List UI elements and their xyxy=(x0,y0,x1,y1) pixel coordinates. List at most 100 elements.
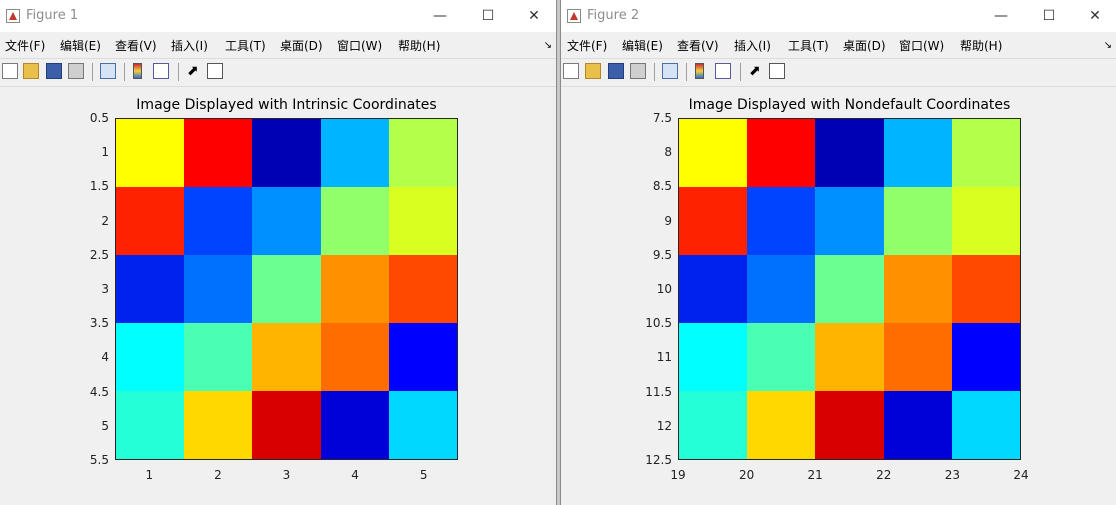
image-cell xyxy=(252,187,321,255)
close-button[interactable]: ✕ xyxy=(512,4,556,28)
maximize-button[interactable]: ☐ xyxy=(1027,4,1071,28)
image-cell xyxy=(815,391,884,459)
image-cell xyxy=(815,187,884,255)
y-tick-label: 12 xyxy=(656,418,672,433)
x-tick-label: 22 xyxy=(876,468,892,482)
new-figure-icon[interactable] xyxy=(2,63,18,79)
y-tick-label: 5.5 xyxy=(89,453,109,467)
x-tick-label: 21 xyxy=(807,468,823,482)
menu-file[interactable]: 文件(F) xyxy=(567,37,607,54)
close-button[interactable]: ✕ xyxy=(1073,4,1116,28)
x-tick-label: 19 xyxy=(670,468,686,482)
menu-overflow-icon[interactable]: ↘ xyxy=(1104,40,1112,51)
menu-desktop[interactable]: 桌面(D) xyxy=(280,37,323,54)
axes-title: Image Displayed with Intrinsic Coordinat… xyxy=(136,97,437,113)
open-icon[interactable] xyxy=(23,63,39,79)
window-title: Figure 1 xyxy=(26,8,79,23)
figure-window-1: Figure 1 — ☐ ✕ 文件(F) 编辑(E) 查看(V) 插入(I) 工… xyxy=(0,0,557,505)
open-icon[interactable] xyxy=(585,63,601,79)
y-tick-label: 1 xyxy=(101,145,109,160)
image-axes[interactable] xyxy=(678,118,1021,460)
figure-window-2: Figure 2 — ☐ ✕ 文件(F) 编辑(E) 查看(V) 插入(I) 工… xyxy=(560,0,1116,505)
toolbar: ⬈ xyxy=(561,58,1116,87)
y-tick-label: 4 xyxy=(101,350,109,365)
image-axes[interactable] xyxy=(115,118,458,460)
image-cell xyxy=(747,187,816,255)
print-icon[interactable] xyxy=(630,63,646,79)
toolbar-separator xyxy=(654,63,655,81)
menu-overflow-icon[interactable]: ↘ xyxy=(544,40,552,51)
image-cell xyxy=(116,187,185,255)
image-cell xyxy=(320,391,389,459)
toolbar-separator xyxy=(92,63,93,81)
x-tick-label: 4 xyxy=(351,468,359,482)
menu-view[interactable]: 查看(V) xyxy=(115,37,157,54)
menu-bar: 文件(F) 编辑(E) 查看(V) 插入(I) 工具(T) 桌面(D) 窗口(W… xyxy=(561,34,1116,56)
save-icon[interactable] xyxy=(608,63,624,79)
image-cell xyxy=(184,391,253,459)
axes-title: Image Displayed with Nondefault Coordina… xyxy=(688,97,1011,113)
image-cell xyxy=(388,391,457,459)
image-cell xyxy=(388,255,457,323)
maximize-button[interactable]: ☐ xyxy=(466,4,510,28)
y-tick-label: 5 xyxy=(101,418,109,433)
image-cell xyxy=(184,119,253,187)
image-cell xyxy=(815,119,884,187)
image-cell xyxy=(116,255,185,323)
menu-window[interactable]: 窗口(W) xyxy=(899,37,944,54)
new-figure-icon[interactable] xyxy=(563,63,579,79)
legend-icon[interactable] xyxy=(715,63,731,79)
image-cell xyxy=(252,323,321,391)
image-cell xyxy=(951,187,1020,255)
link-plot-icon[interactable] xyxy=(662,63,678,79)
image-cell xyxy=(320,323,389,391)
menu-tools[interactable]: 工具(T) xyxy=(225,37,266,54)
minimize-button[interactable]: — xyxy=(979,4,1023,28)
image-cell xyxy=(184,255,253,323)
image-cell xyxy=(679,323,748,391)
save-icon[interactable] xyxy=(46,63,62,79)
y-tick-label: 11.5 xyxy=(645,384,672,399)
image-cell xyxy=(388,323,457,391)
menu-help[interactable]: 帮助(H) xyxy=(398,37,440,54)
y-tick-label: 8 xyxy=(664,145,672,160)
image-cell xyxy=(883,391,952,459)
matlab-icon xyxy=(567,9,581,23)
menu-edit[interactable]: 编辑(E) xyxy=(60,37,101,54)
menu-view[interactable]: 查看(V) xyxy=(677,37,719,54)
image-cell xyxy=(951,119,1020,187)
link-plot-icon[interactable] xyxy=(100,63,116,79)
pointer-icon[interactable]: ⬈ xyxy=(749,63,765,79)
x-tick-label: 23 xyxy=(944,468,961,482)
property-editor-icon[interactable] xyxy=(207,63,223,79)
y-tick-label: 9.5 xyxy=(652,247,672,262)
x-tick-label: 20 xyxy=(738,468,755,482)
menu-bar: 文件(F) 编辑(E) 查看(V) 插入(I) 工具(T) 桌面(D) 窗口(W… xyxy=(0,34,556,56)
menu-insert[interactable]: 插入(I) xyxy=(734,37,771,54)
image-cell xyxy=(320,187,389,255)
image-cell xyxy=(116,391,185,459)
matlab-icon xyxy=(6,9,20,23)
menu-help[interactable]: 帮助(H) xyxy=(960,37,1002,54)
menu-insert[interactable]: 插入(I) xyxy=(171,37,208,54)
image-cell xyxy=(747,323,816,391)
minimize-button[interactable]: — xyxy=(418,4,462,28)
y-tick-label: 10.5 xyxy=(645,316,672,331)
menu-tools[interactable]: 工具(T) xyxy=(788,37,829,54)
x-tick-label: 24 xyxy=(1013,468,1029,482)
menu-file[interactable]: 文件(F) xyxy=(5,37,45,54)
y-tick-label: 11 xyxy=(656,350,672,365)
legend-icon[interactable] xyxy=(153,63,169,79)
title-bar: Figure 2 — ☐ ✕ xyxy=(561,0,1116,32)
menu-window[interactable]: 窗口(W) xyxy=(337,37,382,54)
colorbar-icon[interactable] xyxy=(133,63,142,79)
menu-edit[interactable]: 编辑(E) xyxy=(622,37,663,54)
print-icon[interactable] xyxy=(68,63,84,79)
title-bar: Figure 1 — ☐ ✕ xyxy=(0,0,556,32)
image-cell xyxy=(747,119,816,187)
property-editor-icon[interactable] xyxy=(769,63,785,79)
pointer-icon[interactable]: ⬈ xyxy=(187,63,203,79)
colorbar-icon[interactable] xyxy=(695,63,704,79)
menu-desktop[interactable]: 桌面(D) xyxy=(843,37,886,54)
x-tick-label: 1 xyxy=(145,468,154,482)
